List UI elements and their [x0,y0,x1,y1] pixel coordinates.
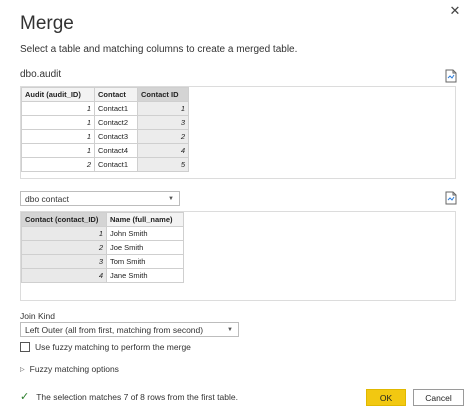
table-cell: Contact3 [94,129,138,144]
close-icon[interactable]: ✕ [442,0,468,22]
table-cell: 2 [21,240,107,255]
table-cell: Joe Smith [106,240,184,255]
column-header-name[interactable]: Name (full_name) [106,212,184,227]
dialog-subtitle: Select a table and matching columns to c… [20,44,298,55]
table-cell: Contact4 [94,143,138,158]
table-cell: John Smith [106,226,184,241]
second-table-select[interactable]: dbo contact ▼ [20,191,180,206]
bottom-table: Contact (contact_ID) Name (full_name) 1 … [21,212,184,283]
join-kind-label: Join Kind [20,311,55,321]
fuzzy-match-label: Use fuzzy matching to perform the merge [35,342,191,352]
table-row: 4 Jane Smith [21,268,184,283]
top-table-name: dbo.audit [20,69,62,80]
checkmark-icon: ✓ [20,391,30,403]
table-cell: 2 [21,157,95,172]
preview-page-icon[interactable] [445,69,457,83]
expand-triangle-icon: ▷ [20,366,25,373]
fuzzy-options-expander[interactable]: ▷ Fuzzy matching options [20,364,119,374]
fuzzy-match-option[interactable]: Use fuzzy matching to perform the merge [20,342,191,352]
table-row: 3 Tom Smith [21,254,184,269]
column-header-contact-id[interactable]: Contact (contact_ID) [21,212,107,227]
table-row: 1 John Smith [21,226,184,241]
chevron-down-icon: ▼ [168,195,174,202]
table-cell: 4 [21,268,107,283]
merge-dialog: ✕ Merge Select a table and matching colu… [0,0,474,414]
table-cell: 3 [137,115,189,130]
table-cell: 2 [137,129,189,144]
fuzzy-match-checkbox[interactable] [20,342,30,352]
column-header-audit[interactable]: Audit (audit_ID) [21,87,95,102]
table-cell: 1 [137,101,189,116]
table-cell: 1 [21,115,95,130]
dialog-title: Merge [20,13,74,34]
table-row: 2 Contact1 5 [21,157,189,172]
column-header-contact-id[interactable]: Contact ID [137,87,189,102]
ok-button[interactable]: OK [366,389,406,406]
table-cell: Contact1 [94,157,138,172]
table-cell: 1 [21,129,95,144]
table-row: 1 Contact3 2 [21,129,189,144]
table-cell: Tom Smith [106,254,184,269]
table-row: 1 Contact4 4 [21,143,189,158]
table-cell: 1 [21,226,107,241]
table-row: 1 Contact1 1 [21,101,189,116]
table-cell: 1 [21,143,95,158]
column-header-contact[interactable]: Contact [94,87,138,102]
table-cell: Contact1 [94,101,138,116]
bottom-table-preview: Contact (contact_ID) Name (full_name) 1 … [20,211,456,301]
table-cell: 4 [137,143,189,158]
second-table-select-value: dbo contact [25,193,69,204]
chevron-down-icon: ▼ [227,326,233,333]
table-row: 2 Joe Smith [21,240,184,255]
table-cell: 1 [21,101,95,116]
match-status-text: The selection matches 7 of 8 rows from t… [36,391,238,402]
join-kind-select[interactable]: Left Outer (all from first, matching fro… [20,322,239,337]
cancel-button[interactable]: Cancel [413,389,464,406]
table-row: 1 Contact2 3 [21,115,189,130]
table-cell: Jane Smith [106,268,184,283]
table-cell: Contact2 [94,115,138,130]
top-table-preview: Audit (audit_ID) Contact Contact ID 1 Co… [20,86,456,179]
match-status: ✓ The selection matches 7 of 8 rows from… [20,390,238,403]
table-cell: 5 [137,157,189,172]
table-cell: 3 [21,254,107,269]
join-kind-select-value: Left Outer (all from first, matching fro… [25,324,204,335]
fuzzy-options-label: Fuzzy matching options [29,364,119,374]
top-table: Audit (audit_ID) Contact Contact ID 1 Co… [21,87,189,172]
preview-page-icon[interactable] [445,191,457,205]
